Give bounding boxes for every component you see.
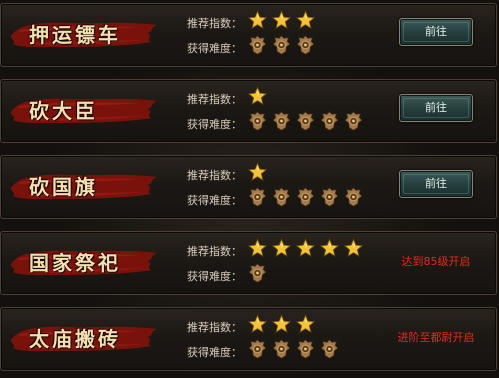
recommend-stars <box>247 86 271 106</box>
star-icon <box>271 314 292 333</box>
difficulty-medals <box>247 110 367 132</box>
difficulty-medals <box>247 338 343 360</box>
star-icon <box>295 314 316 333</box>
unlock-requirement-text: 进阶至都尉开启 <box>397 331 475 344</box>
difficulty-label: 获得难度： <box>187 194 242 207</box>
difficulty-medal-icon <box>320 339 339 359</box>
activity-name: 太庙搬砖 <box>29 327 121 351</box>
difficulty-medal-icon <box>248 35 267 55</box>
difficulty-medal-icon <box>344 187 363 207</box>
difficulty-medal-icon <box>296 339 315 359</box>
activity-row-3: 砍国旗 推荐指数： 获得难度： 前往 <box>0 155 497 219</box>
star-icon <box>271 238 292 257</box>
star-icon <box>295 10 316 29</box>
recommend-label: 推荐指数： <box>187 245 242 258</box>
difficulty-medal-icon <box>272 35 291 55</box>
star-icon <box>247 162 268 181</box>
difficulty-medal-icon <box>296 35 315 55</box>
difficulty-medal-icon <box>344 111 363 131</box>
activity-name: 砍国旗 <box>29 175 98 199</box>
star-icon <box>343 238 364 257</box>
star-icon <box>271 10 292 29</box>
recommend-stars <box>247 162 271 182</box>
activity-row-4: 国家祭祀 推荐指数： 获得难度： 达到85级开启 <box>0 231 497 295</box>
recommend-label: 推荐指数： <box>187 321 242 334</box>
difficulty-medal-icon <box>296 187 315 207</box>
activity-name: 砍大臣 <box>29 99 98 123</box>
difficulty-medal-icon <box>248 111 267 131</box>
difficulty-label: 获得难度： <box>187 42 242 55</box>
difficulty-medal-icon <box>248 187 267 207</box>
activity-row-5: 太庙搬砖 推荐指数： 获得难度： 进阶至都尉开启 <box>0 307 497 371</box>
activity-banner: 太庙搬砖 <box>9 320 159 358</box>
difficulty-medal-icon <box>248 263 267 283</box>
recommend-stars <box>247 314 319 334</box>
activity-name: 押运镖车 <box>29 23 121 47</box>
difficulty-medal-icon <box>272 111 291 131</box>
unlock-requirement-text: 达到85级开启 <box>401 255 471 268</box>
star-icon <box>319 238 340 257</box>
activity-row-1: 押运镖车 推荐指数： 获得难度： 前往 <box>0 3 497 67</box>
difficulty-medals <box>247 262 271 284</box>
recommend-label: 推荐指数： <box>187 169 242 182</box>
star-icon <box>247 10 268 29</box>
activity-banner: 国家祭祀 <box>9 244 159 282</box>
recommend-label: 推荐指数： <box>187 17 242 30</box>
activity-banner: 砍大臣 <box>9 92 159 130</box>
difficulty-label: 获得难度： <box>187 270 242 283</box>
activity-name: 国家祭祀 <box>29 251 121 275</box>
star-icon <box>295 238 316 257</box>
difficulty-label: 获得难度： <box>187 346 242 359</box>
go-button[interactable]: 前往 <box>399 94 473 122</box>
go-button[interactable]: 前往 <box>399 18 473 46</box>
recommend-label: 推荐指数： <box>187 93 242 106</box>
star-icon <box>247 314 268 333</box>
difficulty-label: 获得难度： <box>187 118 242 131</box>
go-button[interactable]: 前往 <box>399 170 473 198</box>
difficulty-medals <box>247 34 319 56</box>
difficulty-medal-icon <box>296 111 315 131</box>
activity-row-2: 砍大臣 推荐指数： 获得难度： 前往 <box>0 79 497 143</box>
difficulty-medal-icon <box>320 187 339 207</box>
activity-banner: 砍国旗 <box>9 168 159 206</box>
difficulty-medals <box>247 186 367 208</box>
star-icon <box>247 86 268 105</box>
recommend-stars <box>247 238 367 258</box>
difficulty-medal-icon <box>272 339 291 359</box>
activity-banner: 押运镖车 <box>9 16 159 54</box>
difficulty-medal-icon <box>320 111 339 131</box>
star-icon <box>247 238 268 257</box>
difficulty-medal-icon <box>272 187 291 207</box>
activity-panel: 押运镖车 推荐指数： 获得难度： 前往 砍大臣 推荐指数： 获得难度： 前往 砍… <box>0 0 499 378</box>
difficulty-medal-icon <box>248 339 267 359</box>
recommend-stars <box>247 10 319 30</box>
